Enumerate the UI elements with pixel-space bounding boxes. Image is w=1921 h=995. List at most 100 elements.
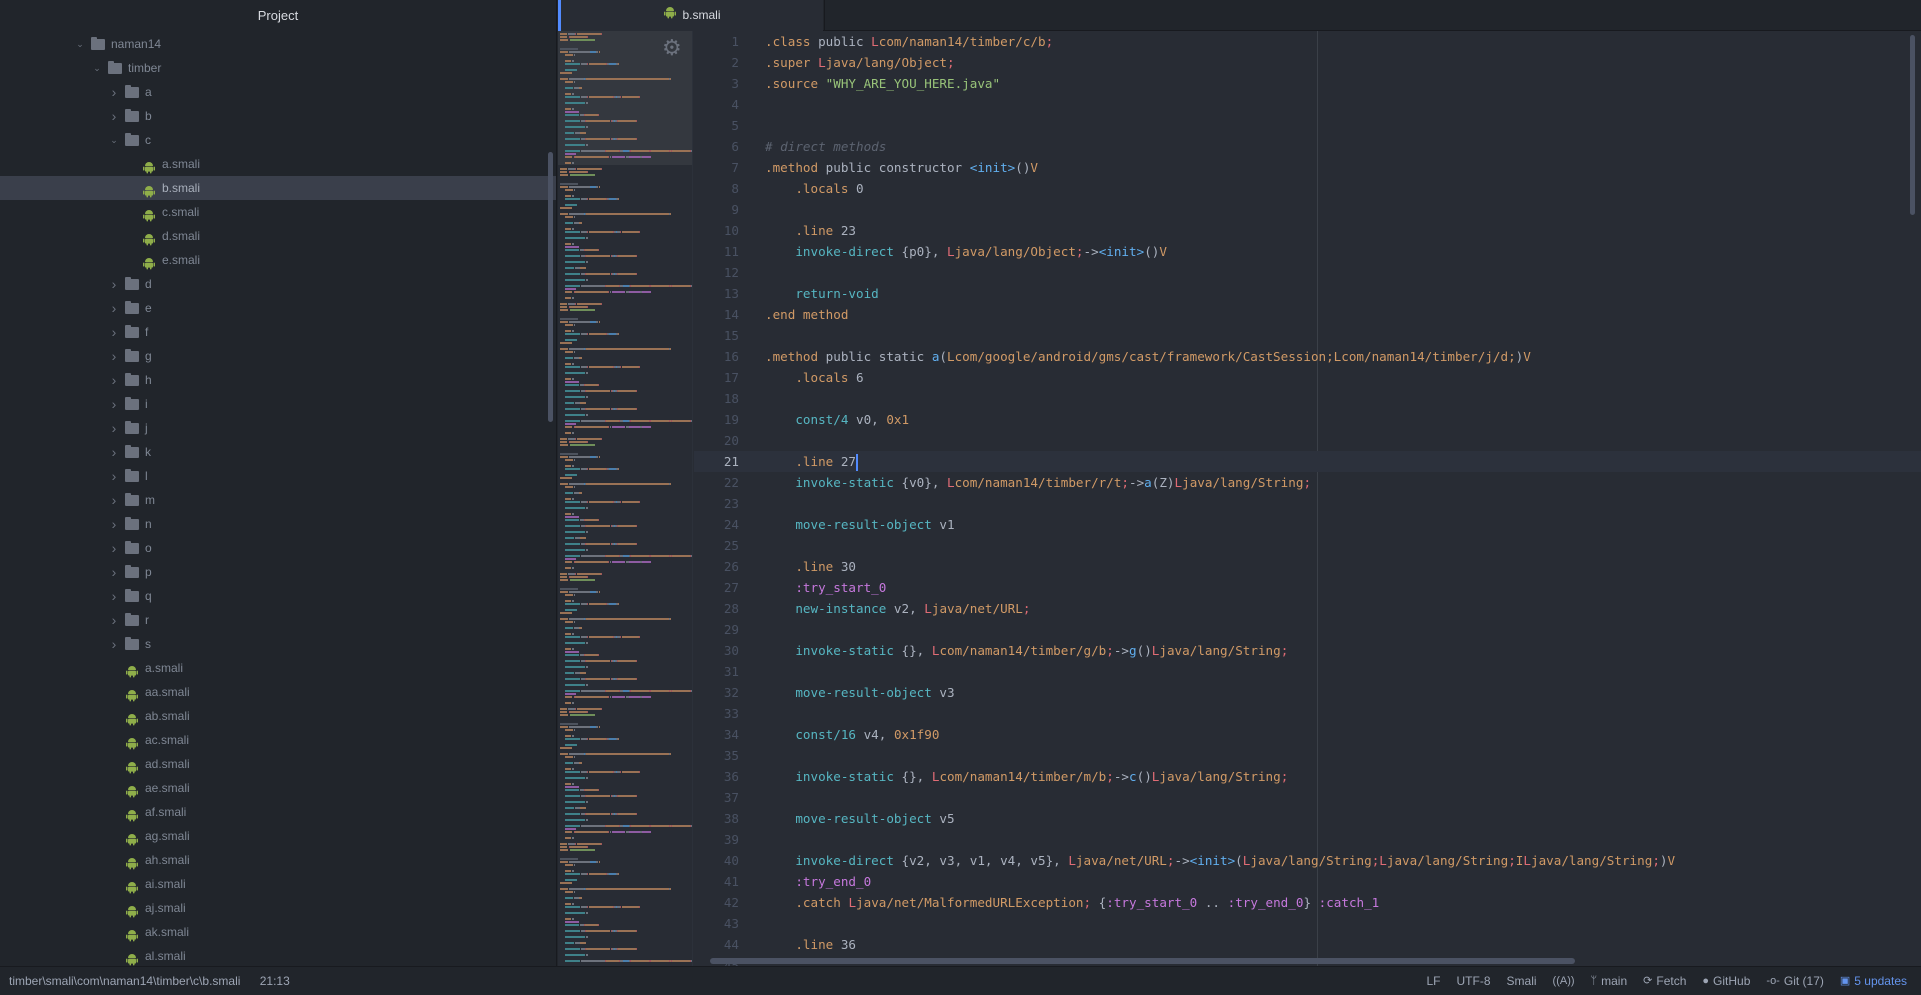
tree-file[interactable]: c.smali [0, 200, 556, 224]
code-line[interactable]: 31 [694, 661, 1921, 682]
line-number[interactable]: 9 [694, 199, 739, 220]
tree-file[interactable]: ah.smali [0, 848, 556, 872]
line-number[interactable]: 28 [694, 598, 739, 619]
line-number[interactable]: 27 [694, 577, 739, 598]
line-number[interactable]: 43 [694, 913, 739, 934]
code-line[interactable]: 24 move-result-object v1 [694, 514, 1921, 535]
tree-folder[interactable]: › e [0, 296, 556, 320]
chevron-right-icon[interactable]: › [108, 560, 120, 584]
code-line[interactable]: 32 move-result-object v3 [694, 682, 1921, 703]
chevron-down-icon[interactable]: ⌄ [74, 32, 86, 56]
line-number[interactable]: 37 [694, 787, 739, 808]
code-line[interactable]: 17 .locals 6 [694, 367, 1921, 388]
code-line[interactable]: 26 .line 30 [694, 556, 1921, 577]
code-line[interactable]: 13 return-void [694, 283, 1921, 304]
tree-folder[interactable]: › m [0, 488, 556, 512]
tree-file[interactable]: b.smali [0, 176, 556, 200]
chevron-right-icon[interactable]: › [108, 632, 120, 656]
line-number[interactable]: 10 [694, 220, 739, 241]
code-line[interactable]: 1 .class public Lcom/naman14/timber/c/b; [694, 31, 1921, 52]
chevron-right-icon[interactable]: › [108, 368, 120, 392]
code-line[interactable]: 3 .source "WHY_ARE_YOU_HERE.java" [694, 73, 1921, 94]
line-number[interactable]: 36 [694, 766, 739, 787]
chevron-down-icon[interactable]: ⌄ [91, 56, 103, 80]
tree-folder[interactable]: ⌄ timber [0, 56, 556, 80]
line-number[interactable]: 30 [694, 640, 739, 661]
line-number[interactable]: 29 [694, 619, 739, 640]
minimap[interactable]: ⚙ [558, 31, 693, 966]
tree-folder[interactable]: › q [0, 584, 556, 608]
chevron-down-icon[interactable]: ⌄ [108, 128, 120, 152]
tree-folder[interactable]: › o [0, 536, 556, 560]
line-number[interactable]: 4 [694, 94, 739, 115]
code-line[interactable]: 16 .method public static a(Lcom/google/an… [694, 346, 1921, 367]
git-button[interactable]: -o- Git (17) [1758, 967, 1831, 995]
font-broadcast-button[interactable]: ((A)) [1545, 967, 1583, 995]
tree-folder[interactable]: › b [0, 104, 556, 128]
code-line[interactable]: 30 invoke-static {}, Lcom/naman14/timber… [694, 640, 1921, 661]
grammar-selector[interactable]: Smali [1499, 967, 1545, 995]
github-button[interactable]: ● GitHub [1694, 967, 1758, 995]
code-line[interactable]: 14 .end method [694, 304, 1921, 325]
line-number[interactable]: 25 [694, 535, 739, 556]
chevron-right-icon[interactable]: › [108, 584, 120, 608]
line-number[interactable]: 19 [694, 409, 739, 430]
code-line[interactable]: 6 # direct methods [694, 136, 1921, 157]
code-line[interactable]: 29 [694, 619, 1921, 640]
tree-folder[interactable]: ⌄ c [0, 128, 556, 152]
tree-folder[interactable]: › i [0, 392, 556, 416]
line-number[interactable]: 11 [694, 241, 739, 262]
tree-file[interactable]: ag.smali [0, 824, 556, 848]
line-number[interactable]: 32 [694, 682, 739, 703]
tree-file[interactable]: d.smali [0, 224, 556, 248]
code-line[interactable]: 44 .line 36 [694, 934, 1921, 955]
horizontal-scrollbar[interactable] [710, 958, 1575, 964]
chevron-right-icon[interactable]: › [108, 608, 120, 632]
code-line[interactable]: 25 [694, 535, 1921, 556]
tree-folder[interactable]: › f [0, 320, 556, 344]
line-number[interactable]: 1 [694, 31, 739, 52]
chevron-right-icon[interactable]: › [108, 464, 120, 488]
line-number[interactable]: 35 [694, 745, 739, 766]
line-number[interactable]: 12 [694, 262, 739, 283]
line-number[interactable]: 40 [694, 850, 739, 871]
code-line[interactable]: 42 .catch Ljava/net/MalformedURLExceptio… [694, 892, 1921, 913]
line-number[interactable]: 23 [694, 493, 739, 514]
tree-folder[interactable]: › g [0, 344, 556, 368]
tree-file[interactable]: al.smali [0, 944, 556, 966]
chevron-right-icon[interactable]: › [108, 536, 120, 560]
line-number[interactable]: 15 [694, 325, 739, 346]
line-number[interactable]: 5 [694, 115, 739, 136]
code-line[interactable]: 37 [694, 787, 1921, 808]
tree-file[interactable]: ac.smali [0, 728, 556, 752]
tree-file[interactable]: af.smali [0, 800, 556, 824]
code-line[interactable]: 8 .locals 0 [694, 178, 1921, 199]
chevron-right-icon[interactable]: › [108, 320, 120, 344]
chevron-right-icon[interactable]: › [108, 296, 120, 320]
chevron-right-icon[interactable]: › [108, 440, 120, 464]
line-number[interactable]: 2 [694, 52, 739, 73]
line-number[interactable]: 42 [694, 892, 739, 913]
line-number[interactable]: 13 [694, 283, 739, 304]
tree-file[interactable]: a.smali [0, 656, 556, 680]
chevron-right-icon[interactable]: › [108, 488, 120, 512]
line-number[interactable]: 8 [694, 178, 739, 199]
code-line[interactable]: 20 [694, 430, 1921, 451]
code-line[interactable]: 22 invoke-static {v0}, Lcom/naman14/timb… [694, 472, 1921, 493]
line-number[interactable]: 34 [694, 724, 739, 745]
code-line[interactable]: 40 invoke-direct {v2, v3, v1, v4, v5}, L… [694, 850, 1921, 871]
chevron-right-icon[interactable]: › [108, 272, 120, 296]
tree-file[interactable]: ak.smali [0, 920, 556, 944]
tree-folder[interactable]: › n [0, 512, 556, 536]
tree-folder[interactable]: › j [0, 416, 556, 440]
code-line[interactable]: 35 [694, 745, 1921, 766]
code-line[interactable]: 34 const/16 v4, 0x1f90 [694, 724, 1921, 745]
code-line[interactable]: 23 [694, 493, 1921, 514]
chevron-right-icon[interactable]: › [108, 416, 120, 440]
updates-button[interactable]: ▣ 5 updates [1832, 967, 1915, 995]
line-number[interactable]: 41 [694, 871, 739, 892]
line-number[interactable]: 7 [694, 157, 739, 178]
tree-folder[interactable]: › r [0, 608, 556, 632]
line-ending-selector[interactable]: LF [1419, 967, 1449, 995]
line-number[interactable]: 22 [694, 472, 739, 493]
